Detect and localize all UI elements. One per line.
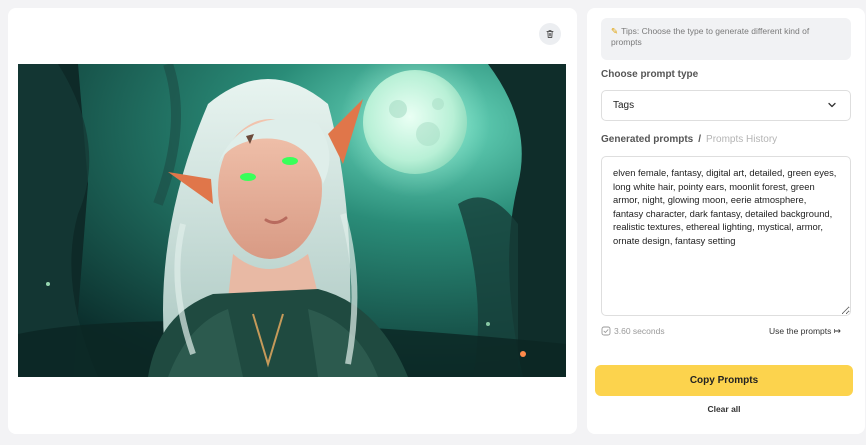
prompt-tabs: Generated prompts / Prompts History [601,134,777,145]
tab-prompts-history[interactable]: Prompts History [706,134,777,145]
tab-generated-prompts[interactable]: Generated prompts [601,134,693,145]
timer-icon [601,326,611,336]
generation-time: 3.60 seconds [601,326,665,336]
delete-image-button[interactable] [539,23,561,45]
tab-separator: / [698,134,702,145]
prompt-type-label: Choose prompt type [601,69,699,80]
use-prompts-link[interactable]: Use the prompts ↦ [769,326,841,337]
generated-prompts-textarea[interactable]: elven female, fantasy, digital art, deta… [601,156,851,316]
lightbulb-icon: ✎ [611,26,619,36]
copy-prompts-button[interactable]: Copy Prompts [595,365,853,396]
generated-image [18,64,566,377]
tips-box: ✎ Tips: Choose the type to generate diffe… [601,18,851,60]
tips-text: Tips: Choose the type to generate differ… [611,26,810,47]
generation-time-text: 3.60 seconds [614,326,665,336]
clear-all-button[interactable]: Clear all [595,404,853,414]
prompt-type-value: Tags [613,100,635,111]
chevron-down-icon [828,102,836,108]
prompt-type-select[interactable]: Tags [601,90,851,121]
trash-icon [546,30,554,38]
